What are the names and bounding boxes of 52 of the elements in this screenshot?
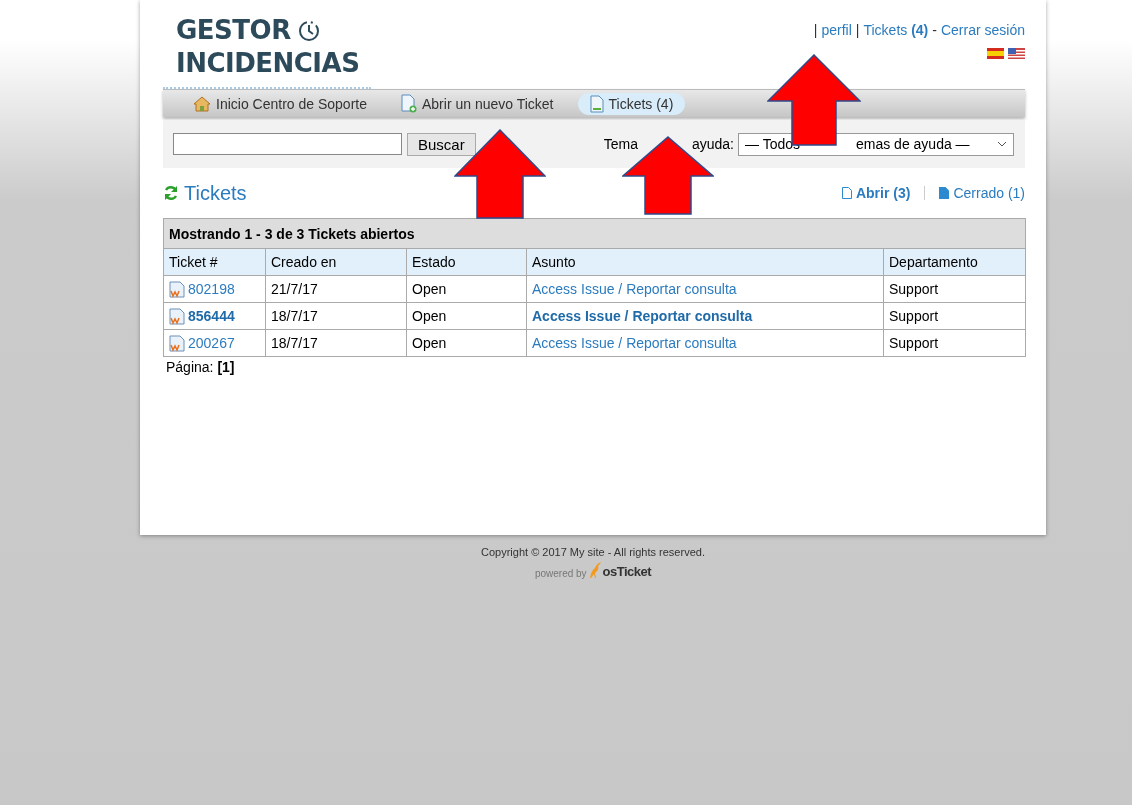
- document-icon: [589, 94, 604, 113]
- table-cell: Open: [406, 275, 527, 303]
- help-topic-label: ayuda:: [691, 136, 734, 152]
- help-topic-label: Tema: [603, 136, 638, 152]
- nav-tab[interactable]: Inicio Centro de Soporte: [193, 93, 367, 114]
- filter-link[interactable]: Cerrado (1): [939, 185, 1025, 201]
- column-header: Departamento: [883, 248, 1026, 276]
- page-number[interactable]: [1]: [217, 359, 235, 375]
- table-caption: Mostrando 1 - 3 de 3 Tickets abiertos: [163, 218, 1026, 249]
- page-title: Tickets: [184, 181, 247, 205]
- user-link[interactable]: Tickets (4): [863, 22, 929, 38]
- house-icon: [193, 95, 211, 112]
- separator: |: [813, 22, 818, 38]
- user-link[interactable]: perfil: [821, 22, 852, 38]
- column-header: Asunto: [526, 248, 884, 276]
- ticket-file-icon: [169, 307, 185, 325]
- table-cell: 21/7/17: [265, 275, 407, 303]
- user-link[interactable]: Cerrar sesión: [940, 22, 1025, 38]
- pagination-label: Página:: [166, 359, 214, 375]
- powered-by-text: powered by: [534, 568, 587, 579]
- logo-text: INCIDENCIAS: [176, 47, 361, 80]
- column-header: Estado: [406, 248, 527, 276]
- column-header: Creado en: [265, 248, 407, 276]
- table-cell: Support: [883, 329, 1026, 357]
- table-cell: Open: [406, 302, 527, 330]
- nav-tab[interactable]: Tickets (4): [577, 92, 686, 115]
- logo-text: GESTOR: [176, 14, 291, 47]
- copyright-text: Copyright © 2017 My site - All rights reserved.: [481, 546, 705, 558]
- filter-link[interactable]: Abrir (3): [841, 185, 911, 201]
- chevron-icon: [997, 141, 1007, 147]
- ticket-file-icon: [169, 334, 185, 352]
- search-field[interactable]: [173, 133, 402, 155]
- nav-tab[interactable]: Abrir un nuevo Ticket: [401, 92, 554, 115]
- ticket-file-icon: [169, 280, 185, 298]
- document-plus-icon: [401, 94, 417, 113]
- table-cell: Support: [883, 275, 1026, 303]
- search-button[interactable]: Buscar: [407, 132, 476, 156]
- file-icon: [841, 187, 852, 199]
- brand-text: osTicket: [602, 564, 652, 579]
- separator: -: [932, 22, 937, 38]
- refresh-icon[interactable]: [163, 185, 179, 201]
- spain-flag-icon[interactable]: [987, 48, 1004, 59]
- table-cell: 18/7/17: [265, 302, 407, 330]
- file-icon: [939, 187, 950, 199]
- table-cell: Support: [883, 302, 1026, 330]
- clock-icon: [296, 18, 321, 43]
- column-header: Ticket #: [163, 248, 266, 276]
- table-cell: Open: [406, 329, 527, 357]
- us-flag-icon[interactable]: [1008, 48, 1025, 59]
- kangaroo-icon: [587, 561, 602, 579]
- table-cell: 18/7/17: [265, 329, 407, 357]
- separator: |: [855, 22, 860, 38]
